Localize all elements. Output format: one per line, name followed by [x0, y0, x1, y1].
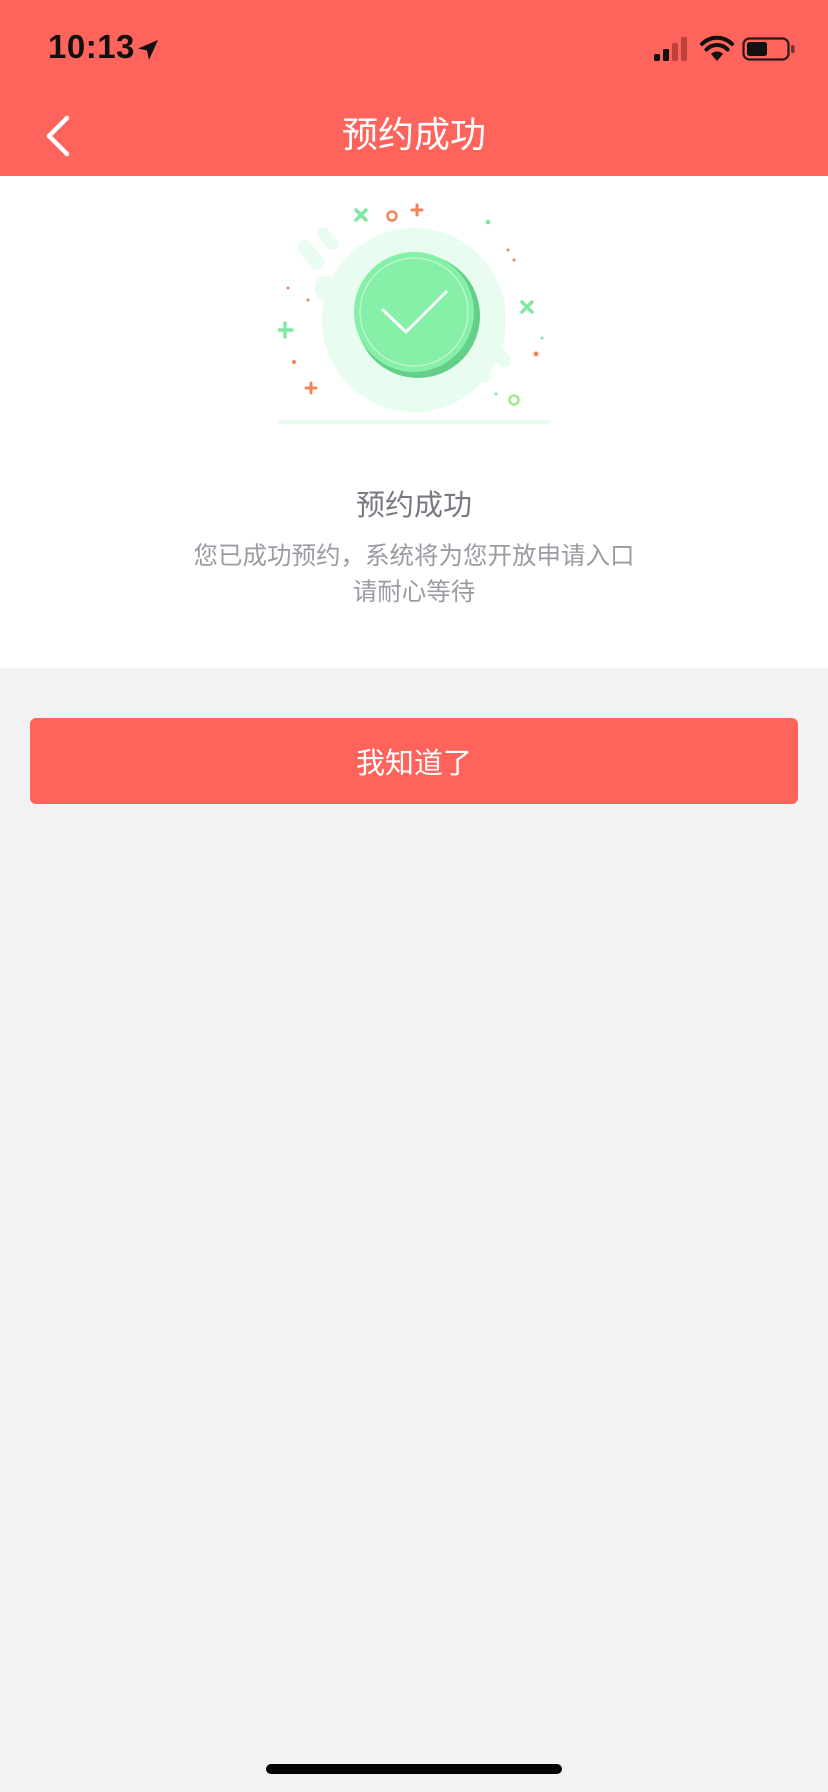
status-time: 10:13 — [48, 28, 135, 65]
wifi-icon — [700, 35, 734, 61]
result-description-line-1: 您已成功预约，系统将为您开放申请入口 — [193, 541, 635, 570]
navigation-bar: 预约成功 — [0, 100, 828, 176]
check-circle-icon — [278, 203, 550, 424]
result-description-line-2: 请耐心等待 — [352, 577, 476, 606]
result-description: 您已成功预约，系统将为您开放申请入口 请耐心等待 — [0, 538, 828, 610]
result-title: 预约成功 — [355, 488, 472, 522]
battery-icon — [742, 37, 795, 61]
cellular-signal-icon — [654, 37, 687, 61]
app-header: 10:13 预约成功 — [0, 0, 828, 176]
status-bar: 10:13 — [0, 0, 828, 100]
confirm-button[interactable]: 我知道了 — [30, 718, 798, 804]
success-card: 预约成功 您已成功预约，系统将为您开放申请入口 请耐心等待 — [0, 176, 828, 668]
page-title: 预约成功 — [341, 115, 486, 156]
location-arrow-icon — [138, 40, 158, 60]
home-indicator — [266, 1764, 562, 1774]
